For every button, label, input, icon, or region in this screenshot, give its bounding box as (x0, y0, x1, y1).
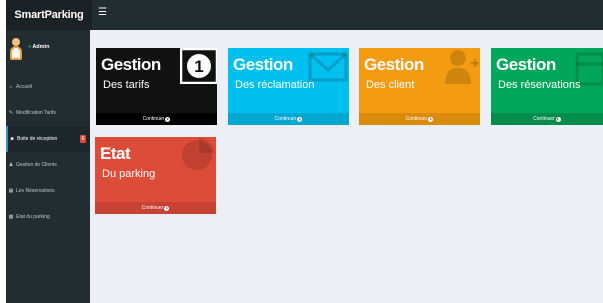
tile-subtitle: Du parking (102, 168, 156, 180)
sidebar-menu: ⌂ Accueil ✎ Modification Tarifs ■ Boite … (6, 74, 90, 230)
tile-footer-link[interactable]: Continuer (228, 113, 349, 125)
tile-footer-label: Continuer (274, 116, 297, 122)
sidebar: ●Admin ⌂ Accueil ✎ Modification Tarifs ■… (6, 30, 90, 303)
tile-title: Gestion (233, 55, 293, 74)
sidebar-item-etat-du-parking[interactable]: ▩ Etat du parking (6, 204, 90, 230)
tile-footer-label: Continuer (142, 116, 165, 122)
app-logo[interactable]: SmartParking (6, 0, 92, 30)
arrow-circle-right-icon (555, 116, 561, 122)
tile-title: Etat (100, 144, 131, 163)
sidebar-item-label: Accueil (16, 84, 33, 90)
arrow-circle-right-icon (164, 205, 170, 211)
sidebar-item-modification-tarifs[interactable]: ✎ Modification Tarifs (6, 100, 90, 126)
arrow-circle-right-icon (297, 116, 303, 122)
tile-gestion-reservations: Gestion Des réservations Continuer (491, 48, 603, 125)
wrench-icon: ✎ (8, 110, 14, 116)
sidebar-item-gestion-de-clients[interactable]: ♟ Gestion de Clients (6, 152, 90, 178)
tile-subtitle: Des tarifs (103, 79, 150, 91)
sidebar-item-label: Modification Tarifs (16, 110, 56, 116)
tile-footer-link[interactable]: Continuer (491, 113, 603, 125)
tile-footer-label: Continuer (533, 116, 555, 122)
user-panel: ●Admin (6, 30, 90, 66)
tile-footer-link[interactable]: Continuer (359, 113, 480, 125)
sidebar-item-label: Etat du parking (16, 214, 50, 220)
sidebar-item-accueil[interactable]: ⌂ Accueil (6, 74, 90, 100)
online-status-icon: ● (28, 44, 32, 50)
sidebar-item-label: Les Réservations (16, 188, 55, 194)
car-icon: ▩ (8, 214, 14, 220)
arrow-circle-right-icon (428, 116, 434, 122)
tile-footer-link[interactable]: Continuer (96, 113, 217, 125)
sidebar-item-label: Gestion de Clients (16, 162, 57, 168)
tile-footer-link[interactable]: Continuer (95, 202, 216, 214)
users-icon: ♟ (8, 162, 14, 168)
tile-etat-parking: Etat Du parking Continuer (95, 137, 216, 214)
user-name-label: Admin (32, 44, 50, 50)
top-navbar: SmartParking ☰ (6, 0, 603, 30)
inbox-icon: ■ (10, 136, 14, 142)
tile-footer-label: Continuer (405, 116, 428, 122)
avatar (10, 38, 22, 60)
tile-subtitle: Des client (366, 79, 415, 91)
tile-gestion-client: Gestion Des client Continuer (359, 48, 480, 125)
sidebar-item-boite-de-reception[interactable]: ■ Boite de réception 6 (6, 126, 90, 152)
unread-count-badge: 6 (80, 135, 86, 143)
tile-gestion-tarifs: 1 Gestion Des tarifs Continuer (96, 48, 217, 125)
sidebar-item-label: Boite de réception (17, 136, 58, 142)
menu-toggle-icon[interactable]: ☰ (98, 8, 107, 18)
user-name: ●Admin (28, 44, 49, 50)
home-icon: ⌂ (9, 84, 13, 90)
calendar-icon: ▦ (8, 188, 14, 194)
tile-title: Gestion (101, 55, 161, 74)
tile-subtitle: Des réclamation (235, 79, 315, 91)
tile-gestion-reclamation: Gestion Des réclamation Continuer (228, 48, 349, 125)
tile-footer-label: Continuer (141, 205, 164, 211)
sidebar-item-les-reservations[interactable]: ▦ Les Réservations (6, 178, 90, 204)
tile-subtitle: Des réservations (498, 79, 581, 91)
tile-title: Gestion (496, 55, 556, 74)
main-content: 1 Gestion Des tarifs Continuer Gestion D… (90, 30, 603, 303)
arrow-circle-right-icon (165, 116, 171, 122)
tile-title: Gestion (364, 55, 424, 74)
